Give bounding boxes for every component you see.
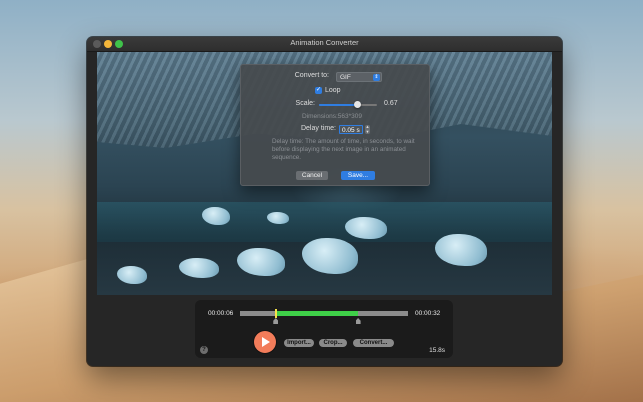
question-icon[interactable]: ? <box>200 346 208 354</box>
video-ice <box>435 234 487 266</box>
chevron-updown-icon: ⇕ <box>373 74 380 81</box>
convert-to-label: Convert to: <box>294 72 329 79</box>
scale-value: 0.67 <box>384 100 398 107</box>
timeline-selection <box>275 311 358 316</box>
dimensions-text: Dimensions:563*309 <box>302 113 362 120</box>
save-button[interactable]: Save... <box>341 171 375 180</box>
delay-time-label: Delay time: <box>300 125 336 132</box>
video-preview: Convert to: GIF ⇕ ✓ Loop Scale: 0.67 Dim… <box>97 52 552 295</box>
scale-label: Scale: <box>295 100 315 107</box>
video-ice <box>117 266 147 284</box>
playback-controls: 00:00:06 00:00:32 Import... Crop... Conv… <box>195 300 453 358</box>
import-button[interactable]: Import... <box>284 339 314 347</box>
video-ice <box>302 238 358 274</box>
trim-end-time: 00:00:32 <box>415 310 441 317</box>
play-button[interactable] <box>254 331 276 353</box>
crop-button[interactable]: Crop... <box>319 339 347 347</box>
title-bar: Animation Converter <box>87 37 562 52</box>
trim-start-handle[interactable] <box>273 318 279 324</box>
app-window: Animation Converter Convert to: GIF ⇕ ✓ <box>87 37 562 366</box>
video-ice <box>179 258 219 278</box>
check-icon: ✓ <box>315 87 322 93</box>
format-select-value: GIF <box>340 74 351 81</box>
scale-slider-knob[interactable] <box>354 101 362 108</box>
window-title: Animation Converter <box>290 38 359 47</box>
format-select[interactable]: GIF ⇕ <box>336 72 382 82</box>
convert-button[interactable]: Convert... <box>353 339 394 347</box>
export-settings-sheet: Convert to: GIF ⇕ ✓ Loop Scale: 0.67 Dim… <box>240 64 430 186</box>
loop-label: Loop <box>325 87 341 94</box>
loop-checkbox[interactable]: ✓ <box>315 87 322 94</box>
trim-start-time: 00:00:06 <box>208 310 234 317</box>
delay-time-stepper[interactable]: ▲ ▼ <box>365 124 370 134</box>
play-icon <box>262 337 270 347</box>
scale-slider-fill <box>319 104 358 106</box>
video-water <box>97 202 552 242</box>
video-ice <box>237 248 285 276</box>
video-ice <box>267 212 289 224</box>
trim-end-handle[interactable] <box>355 318 361 324</box>
delay-help-text: Delay time: The amount of time, in secon… <box>272 138 415 161</box>
timeline-track[interactable] <box>240 309 408 324</box>
cancel-button[interactable]: Cancel <box>296 171 328 180</box>
delay-time-input[interactable]: 0.05 s <box>339 125 363 134</box>
playhead[interactable] <box>275 309 278 318</box>
clip-duration: 15.8s <box>429 347 445 354</box>
scale-slider[interactable] <box>319 101 377 108</box>
